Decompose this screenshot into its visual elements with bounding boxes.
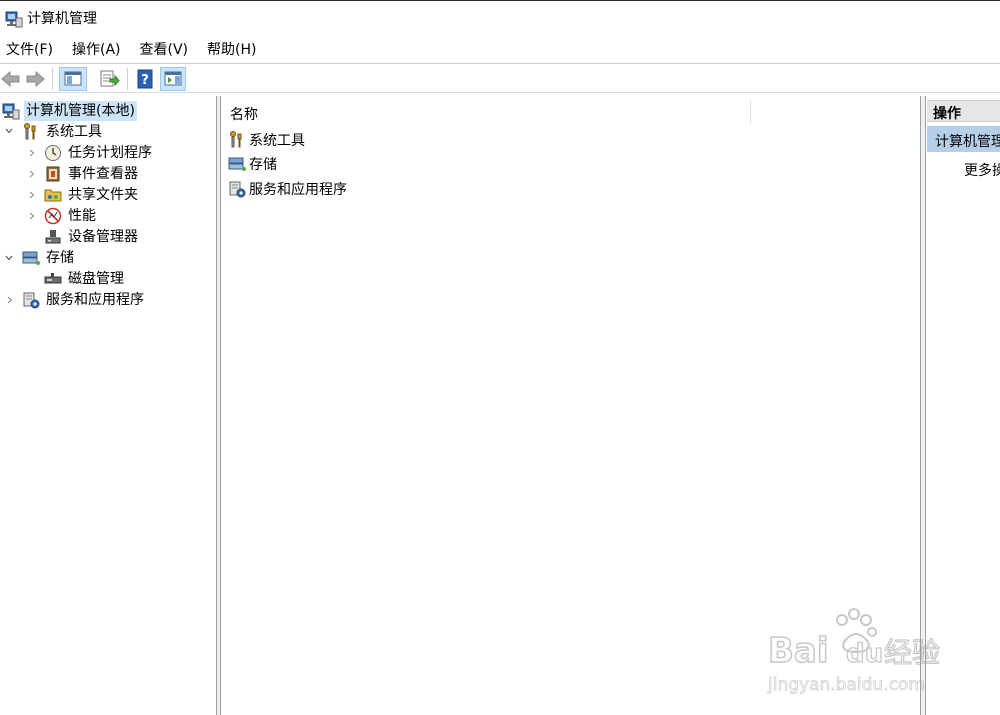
show-hide-action-pane-button[interactable] <box>160 67 186 91</box>
chevron-right-icon[interactable] <box>27 190 37 200</box>
list-item-storage[interactable]: 存储 <box>228 153 277 175</box>
toolbar: ? <box>0 63 1000 93</box>
svg-text:Bai: Bai <box>768 631 829 671</box>
show-hide-action-pane-icon <box>164 71 182 86</box>
chevron-right-icon[interactable] <box>5 295 15 305</box>
chevron-right-icon[interactable] <box>27 169 37 179</box>
menu-view[interactable]: 查看(V) <box>134 39 195 61</box>
list-item-label: 服务和应用程序 <box>249 182 347 198</box>
tree-item-performance[interactable]: 性能 <box>44 205 98 226</box>
tree-label: 事件查看器 <box>68 165 138 182</box>
back-button[interactable] <box>0 67 22 91</box>
storage-icon <box>228 157 246 171</box>
tree-label: 任务计划程序 <box>68 144 152 161</box>
tree-item-disk-management[interactable]: 磁盘管理 <box>44 268 126 289</box>
tree-item-system-tools[interactable]: 系统工具 <box>22 121 104 142</box>
chevron-right-icon[interactable] <box>27 148 37 158</box>
export-list-button[interactable] <box>96 67 122 91</box>
menu-help[interactable]: 帮助(H) <box>201 39 262 61</box>
system-tools-icon <box>24 122 36 139</box>
svg-text:du: du <box>846 639 883 669</box>
shared-folder-icon <box>44 189 62 201</box>
toolbar-separator <box>52 68 53 90</box>
console-tree[interactable]: 计算机管理(本地) 系统工具 任务计划程序 事件查看器 共享文件夹 性能 设备管… <box>0 96 217 715</box>
column-divider[interactable] <box>750 100 751 124</box>
tree-label: 性能 <box>68 207 96 224</box>
chevron-right-icon[interactable] <box>27 211 37 221</box>
actions-header-label: 操作 <box>933 106 961 122</box>
tree-label: 共享文件夹 <box>68 186 138 203</box>
menu-action[interactable]: 操作(A) <box>66 39 127 61</box>
tree-item-task-scheduler[interactable]: 任务计划程序 <box>44 142 154 163</box>
tree-label: 计算机管理(本地) <box>24 100 137 121</box>
svg-text:?: ? <box>141 73 149 88</box>
tree-item-storage[interactable]: 存储 <box>22 247 76 268</box>
tree-item-event-viewer[interactable]: 事件查看器 <box>44 163 140 184</box>
actions-section-computer-management[interactable]: 计算机管理 <box>927 126 1000 152</box>
performance-icon <box>44 207 62 224</box>
system-tools-icon <box>230 131 242 148</box>
tree-item-shared-folders[interactable]: 共享文件夹 <box>44 184 140 205</box>
menu-file[interactable]: 文件(F) <box>0 39 59 61</box>
tree-item-computer-management[interactable]: 计算机管理(本地) <box>2 100 137 121</box>
tree-item-device-manager[interactable]: 设备管理器 <box>44 226 140 247</box>
show-hide-tree-icon <box>64 71 82 86</box>
column-header-label: 名称 <box>230 107 258 123</box>
list-item-label: 系统工具 <box>249 133 305 149</box>
toolbar-separator <box>127 68 128 90</box>
menu-bar: 文件(F) 操作(A) 查看(V) 帮助(H) <box>0 38 1000 62</box>
watermark-url: jingyan.baidu.com <box>767 675 925 695</box>
help-icon: ? <box>137 69 153 89</box>
title-bar: 计算机管理 <box>0 0 1000 36</box>
chevron-down-icon[interactable] <box>4 253 14 263</box>
show-hide-tree-button[interactable] <box>59 67 87 91</box>
list-item-label: 存储 <box>249 157 277 173</box>
window-title: 计算机管理 <box>27 11 97 27</box>
chevron-down-icon[interactable] <box>4 126 14 136</box>
clock-icon <box>45 144 61 161</box>
computer-management-icon <box>2 103 20 119</box>
svg-text:经验: 经验 <box>884 636 940 669</box>
column-header-name[interactable]: 名称 <box>222 96 921 126</box>
export-list-icon <box>100 70 120 87</box>
tree-item-services-applications[interactable]: 服务和应用程序 <box>22 289 146 310</box>
list-item-services-applications[interactable]: 服务和应用程序 <box>228 178 347 200</box>
tree-label: 磁盘管理 <box>68 270 124 287</box>
help-button[interactable]: ? <box>134 67 156 91</box>
more-actions-link[interactable]: 更多操作 <box>964 160 1000 180</box>
services-icon <box>229 181 246 198</box>
disk-management-icon <box>44 272 62 283</box>
pane-splitter[interactable] <box>217 96 221 715</box>
baidu-watermark: Bai du 经验 jingyan.baidu.com <box>767 608 941 695</box>
tree-label: 存储 <box>46 249 74 266</box>
forward-button[interactable] <box>24 67 46 91</box>
services-icon <box>23 292 40 308</box>
actions-section-label: 计算机管理 <box>935 134 1000 150</box>
computer-management-icon <box>5 11 23 28</box>
forward-icon <box>26 70 45 88</box>
list-item-system-tools[interactable]: 系统工具 <box>228 129 305 151</box>
back-icon <box>1 70 20 88</box>
device-manager-icon <box>45 229 61 243</box>
tree-label: 服务和应用程序 <box>46 291 144 308</box>
tree-label: 系统工具 <box>46 123 102 140</box>
storage-icon <box>22 251 40 265</box>
tree-label: 设备管理器 <box>68 228 138 245</box>
event-viewer-icon <box>46 166 60 181</box>
actions-header: 操作 <box>927 100 1000 122</box>
